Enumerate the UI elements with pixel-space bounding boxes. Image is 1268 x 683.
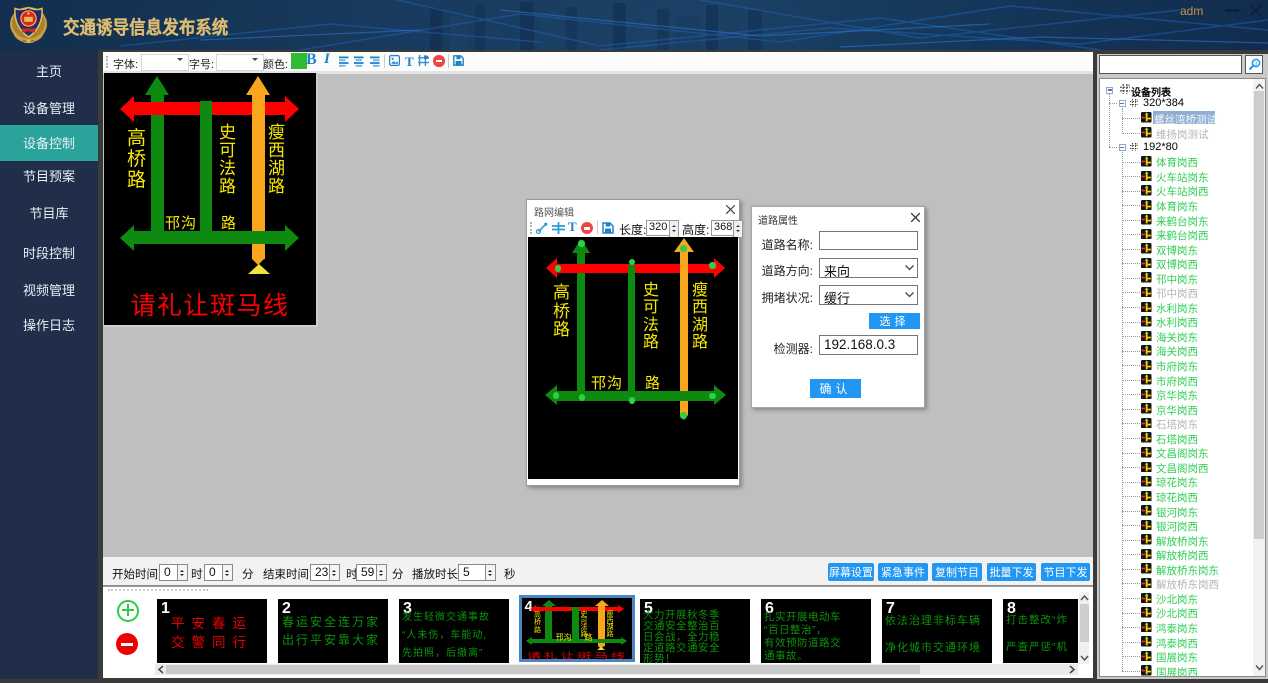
svg-text:3: 3 <box>1254 62 1257 68</box>
